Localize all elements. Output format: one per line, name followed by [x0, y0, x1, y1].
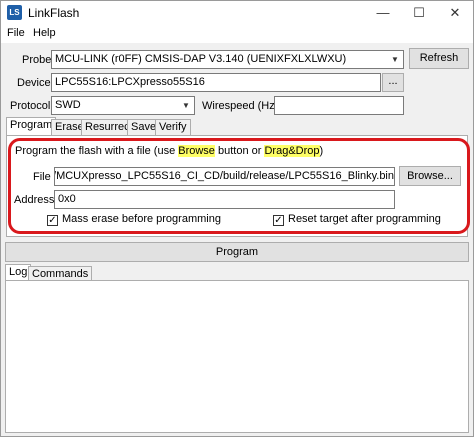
protocol-value: SWD [55, 99, 81, 111]
wirespeed-label: Wirespeed (Hz) [202, 100, 279, 112]
tab-verify[interactable]: Verify [155, 119, 191, 135]
protocol-select[interactable]: SWD ▼ [51, 96, 195, 115]
maximize-button[interactable]: ☐ [401, 1, 437, 25]
annotation-highlight-box [8, 138, 470, 234]
probe-label: Probe [22, 54, 52, 66]
device-browse-button[interactable]: ... [382, 73, 404, 92]
device-label: Device [17, 77, 51, 89]
program-button[interactable]: Program [5, 242, 469, 262]
window-title: LinkFlash [28, 6, 80, 20]
chevron-down-icon: ▼ [182, 101, 190, 110]
refresh-button[interactable]: Refresh [409, 48, 469, 69]
title-bar: LS LinkFlash — ☐ ✕ [1, 1, 473, 25]
menu-bar: File Help [1, 25, 473, 43]
probe-value: MCU-LINK (r0FF) CMSIS-DAP V3.140 (UENIXF… [55, 53, 347, 65]
protocol-label: Protocol [10, 100, 51, 112]
chevron-down-icon: ▼ [391, 55, 399, 64]
close-button[interactable]: ✕ [437, 1, 473, 25]
tab-program[interactable]: Program [6, 117, 57, 136]
wirespeed-input[interactable] [274, 96, 404, 115]
app-logo-icon: LS [7, 5, 22, 20]
minimize-button[interactable]: — [365, 1, 401, 25]
device-input[interactable]: LPC55S16:LPCXpresso55S16 [51, 73, 381, 92]
log-output-area[interactable] [5, 280, 469, 433]
probe-select[interactable]: MCU-LINK (r0FF) CMSIS-DAP V3.140 (UENIXF… [51, 50, 404, 69]
menu-file[interactable]: File [7, 27, 25, 39]
menu-help[interactable]: Help [33, 27, 56, 39]
application-window: LS LinkFlash — ☐ ✕ File Help Probe MCU-L… [0, 0, 474, 437]
